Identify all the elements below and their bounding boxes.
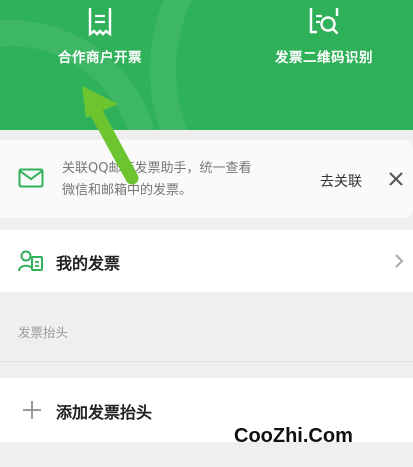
notice-text-line: 关联QQ邮箱发票助手，统一查看 [62,161,252,176]
invoice-header-section-title: 发票抬头 [18,325,69,340]
add-invoice-header-label: 添加发票抬头 [56,403,153,422]
divider [0,361,413,362]
my-invoices-label: 我的发票 [56,254,121,273]
notice-text: 关联QQ邮箱发票助手，统一查看 微信和邮箱中的发票。 [62,158,302,202]
chevron-right-icon [394,253,404,273]
merchant-invoicing-button[interactable]: 合作商户开票 [20,0,180,66]
invoice-qr-scan-button[interactable]: 发票二维码识别 [244,0,404,66]
watermark: CooZhi.Com [234,425,353,447]
invoice-qr-scan-label: 发票二维码识别 [275,50,373,66]
merchant-invoicing-label: 合作商户开票 [58,50,142,66]
link-now-button[interactable]: 去关联 [320,171,362,191]
notice-text-line: 微信和邮箱中的发票。 [62,183,193,198]
qq-mail-link-notice: 关联QQ邮箱发票助手，统一查看 微信和邮箱中的发票。 去关联 [0,140,413,218]
invoice-header-panel: 合作商户开票 发票二维码识别 [0,0,413,130]
plus-icon [22,400,42,424]
my-invoices-row[interactable]: 我的发票 [0,230,413,292]
close-icon[interactable] [388,171,404,191]
receipt-icon [20,0,180,38]
scan-icon [244,0,404,38]
user-invoice-icon [18,250,44,276]
mail-icon [18,168,44,192]
